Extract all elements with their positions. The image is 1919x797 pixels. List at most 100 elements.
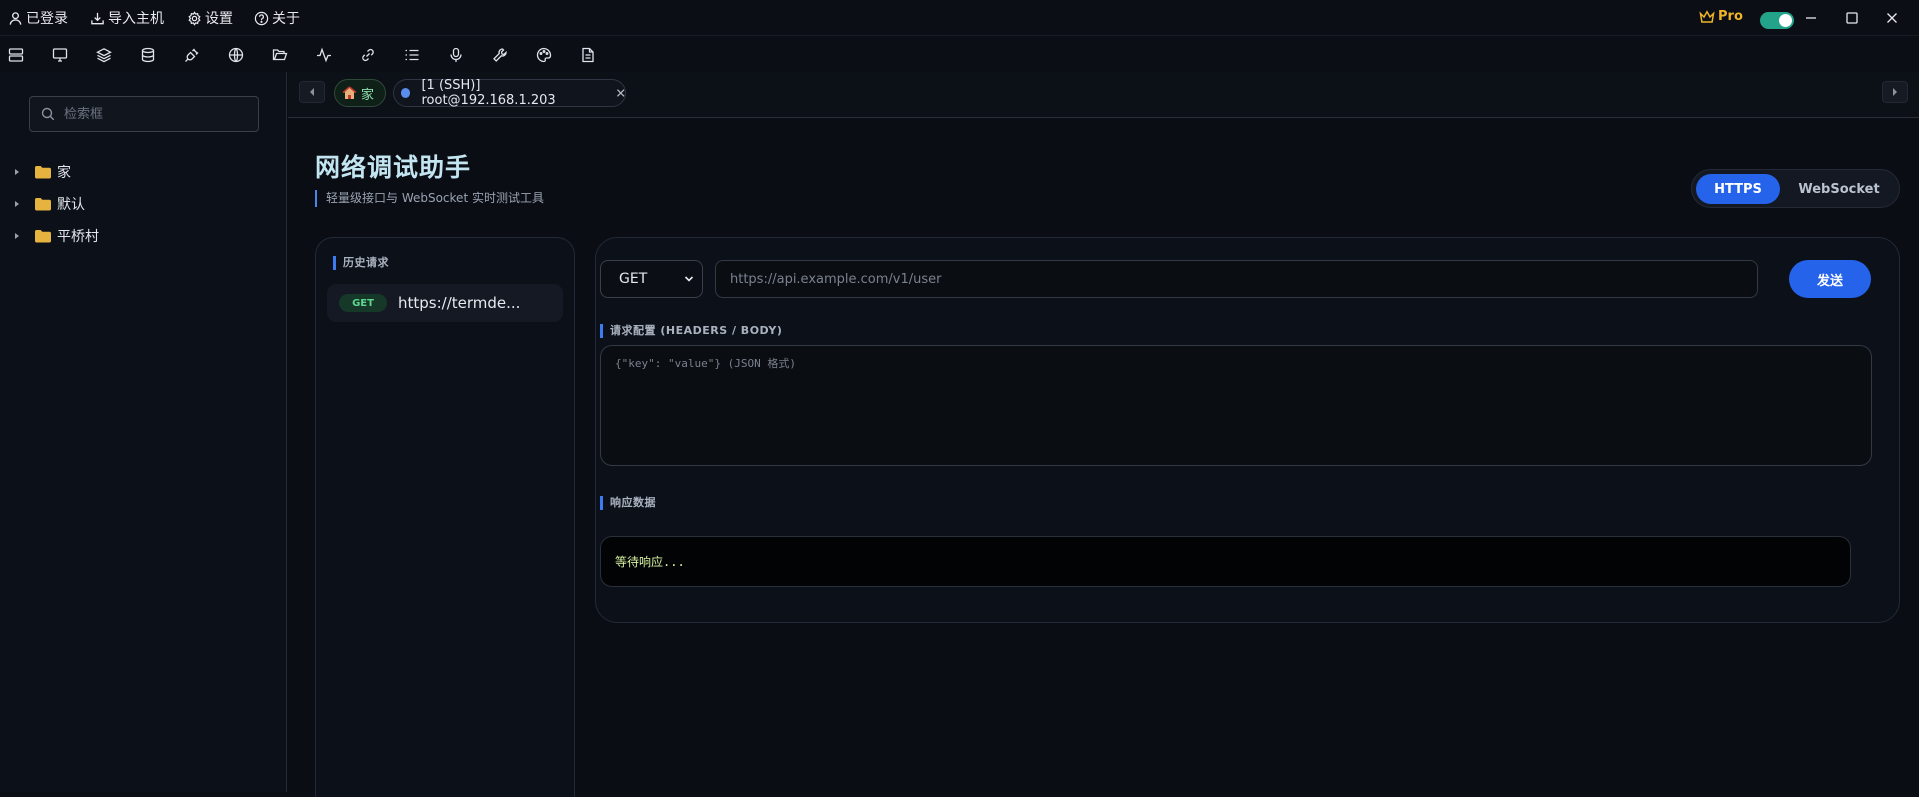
crown-icon <box>1699 9 1715 23</box>
plug-icon <box>185 48 199 62</box>
toggle-knob <box>1779 14 1792 27</box>
history-url: https://termde... <box>398 294 521 312</box>
microphone-icon <box>450 47 462 62</box>
about-menu[interactable]: 关于 <box>254 8 300 28</box>
user-icon <box>9 11 22 25</box>
home-icon <box>342 86 357 99</box>
connection-status-dot <box>401 88 411 98</box>
method-badge: GET <box>339 294 387 312</box>
import-host-label: 导入主机 <box>108 11 164 27</box>
globe-icon <box>228 47 244 63</box>
sidebar-search <box>29 96 259 132</box>
caret-right-icon <box>1893 88 1897 96</box>
database-icon <box>141 47 155 63</box>
send-button[interactable]: 发送 <box>1789 260 1871 298</box>
network-debug-view: 网络调试助手 轻量级接口与 WebSocket 实时测试工具 HTTPS Web… <box>288 119 1919 797</box>
history-item[interactable]: GET https://termde... <box>327 284 563 322</box>
tool-plug[interactable] <box>183 46 201 64</box>
tab-scroll-right-button[interactable] <box>1882 81 1908 103</box>
tab-bar: 家 [1 (SSH)] root@192.168.1.203 <box>288 72 1919 118</box>
tree-item-home[interactable]: 家 <box>12 162 71 182</box>
pro-label: Pro <box>1718 9 1743 24</box>
sidebar: 家 默认 平桥村 <box>0 72 287 792</box>
folder-open-icon <box>272 49 288 61</box>
layers-icon <box>96 48 112 63</box>
tool-layers[interactable] <box>95 46 113 64</box>
tab-home[interactable]: 家 <box>334 79 386 107</box>
url-input[interactable] <box>715 260 1758 298</box>
server-icon <box>8 48 24 62</box>
list-icon <box>405 49 419 61</box>
wrench-icon <box>493 48 507 62</box>
minimize-button[interactable] <box>1801 8 1821 28</box>
tool-monitor[interactable] <box>51 46 69 64</box>
tool-document[interactable] <box>579 46 597 64</box>
settings-label: 设置 <box>205 11 233 27</box>
tree-item-label: 默认 <box>57 197 85 213</box>
login-status-label: 已登录 <box>26 11 68 27</box>
maximize-button[interactable] <box>1842 8 1862 28</box>
theme-toggle[interactable] <box>1760 12 1794 29</box>
maximize-icon <box>1846 12 1858 24</box>
caret-left-icon <box>310 88 314 96</box>
import-host-menu[interactable]: 导入主机 <box>90 8 164 28</box>
websocket-mode-button[interactable]: WebSocket <box>1784 174 1894 204</box>
history-panel: 历史请求 GET https://termde... <box>315 237 575 797</box>
page-title: 网络调试助手 <box>315 153 472 182</box>
tree-item-label: 家 <box>57 165 71 181</box>
tool-link[interactable] <box>359 46 377 64</box>
monitor-icon <box>52 48 68 62</box>
palette-icon <box>536 47 552 63</box>
chevron-right-icon <box>15 169 19 175</box>
about-label: 关于 <box>272 11 300 27</box>
search-input[interactable] <box>62 105 242 123</box>
request-config-label: 请求配置 (HEADERS / BODY) <box>600 324 782 338</box>
gear-icon <box>188 10 201 26</box>
login-status-menu[interactable]: 已登录 <box>8 8 68 28</box>
protocol-switch: HTTPS WebSocket <box>1691 169 1900 208</box>
activity-icon <box>317 47 331 63</box>
chevron-down-icon <box>684 276 694 282</box>
method-select[interactable]: GET <box>600 260 703 298</box>
page-subtitle: 轻量级接口与 WebSocket 实时测试工具 <box>315 190 544 207</box>
tool-wrench[interactable] <box>491 46 509 64</box>
chevron-right-icon <box>15 233 19 239</box>
tool-server[interactable] <box>7 46 25 64</box>
search-icon <box>41 107 55 121</box>
tool-palette[interactable] <box>535 46 553 64</box>
response-output: 等待响应... <box>600 536 1851 587</box>
close-window-button[interactable] <box>1882 8 1902 28</box>
folder-icon <box>35 166 51 179</box>
tree-item-label: 平桥村 <box>57 229 99 245</box>
folder-icon <box>35 230 51 243</box>
import-icon <box>91 12 104 24</box>
tool-folder[interactable] <box>271 46 289 64</box>
tool-globe[interactable] <box>227 46 245 64</box>
tool-activity[interactable] <box>315 46 333 64</box>
close-icon <box>1887 13 1897 23</box>
method-select-value: GET <box>619 271 648 287</box>
chevron-right-icon <box>15 201 19 207</box>
pro-badge[interactable]: Pro <box>1699 9 1743 24</box>
tree-item-pingqiaocun[interactable]: 平桥村 <box>12 226 99 246</box>
history-label: 历史请求 <box>333 256 389 270</box>
close-tab-icon[interactable] <box>616 88 625 98</box>
minimize-icon <box>1806 17 1816 19</box>
tool-microphone[interactable] <box>447 46 465 64</box>
tab-scroll-left-button[interactable] <box>299 81 325 103</box>
response-label: 响应数据 <box>600 496 656 510</box>
tab-ssh-session[interactable]: [1 (SSH)] root@192.168.1.203 <box>393 78 626 108</box>
document-icon <box>582 47 594 63</box>
link-icon <box>362 48 374 62</box>
tree-item-default[interactable]: 默认 <box>12 194 85 214</box>
settings-menu[interactable]: 设置 <box>187 8 233 28</box>
tool-list[interactable] <box>403 46 421 64</box>
request-body-input[interactable] <box>600 345 1872 466</box>
help-icon <box>254 11 269 25</box>
folder-icon <box>35 198 51 211</box>
tab-home-label: 家 <box>361 87 375 103</box>
title-bar: 已登录 导入主机 设置 关于 Pro <box>0 0 1919 36</box>
tab-ssh-label: [1 (SSH)] root@192.168.1.203 <box>421 78 556 108</box>
tool-database[interactable] <box>139 46 157 64</box>
https-mode-button[interactable]: HTTPS <box>1696 174 1780 204</box>
